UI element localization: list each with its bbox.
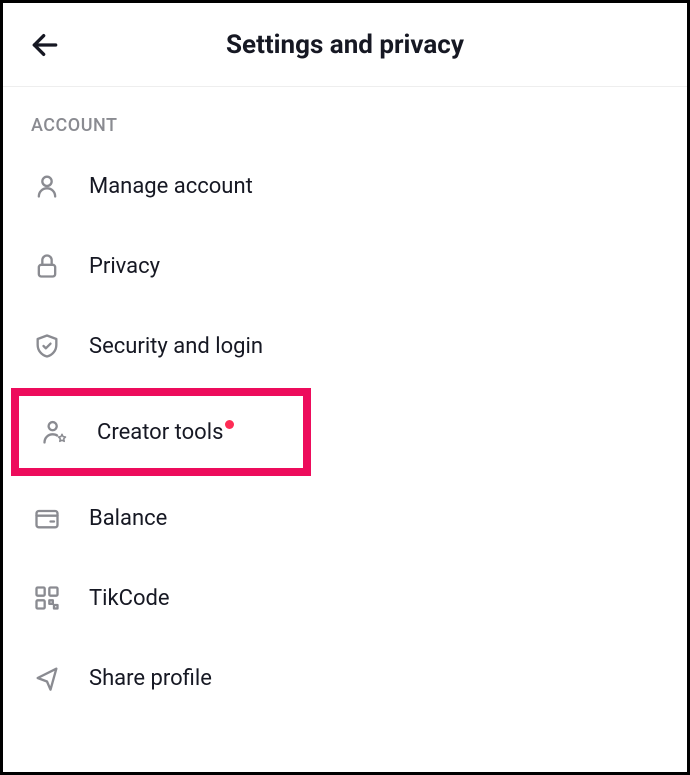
menu-list: Manage account Privacy Security and logi… <box>3 146 687 718</box>
page-title: Settings and privacy <box>27 30 663 60</box>
menu-item-privacy[interactable]: Privacy <box>3 226 687 306</box>
menu-item-manage-account[interactable]: Manage account <box>3 146 687 226</box>
menu-item-label: Share profile <box>89 666 212 691</box>
menu-item-label: TikCode <box>89 586 170 611</box>
highlight-box: Creator tools <box>11 388 311 476</box>
menu-item-security[interactable]: Security and login <box>3 306 687 386</box>
back-arrow-icon <box>29 29 61 61</box>
notification-dot-icon <box>225 420 234 429</box>
menu-item-label: Manage account <box>89 174 253 199</box>
menu-item-label: Balance <box>89 506 167 531</box>
menu-item-label: Creator tools <box>97 420 234 445</box>
menu-item-label: Privacy <box>89 254 160 279</box>
person-star-icon <box>39 416 71 448</box>
share-icon <box>31 662 63 694</box>
back-button[interactable] <box>27 27 63 63</box>
header: Settings and privacy <box>3 3 687 87</box>
creator-tools-text: Creator tools <box>97 420 223 445</box>
person-icon <box>31 170 63 202</box>
lock-icon <box>31 250 63 282</box>
section-label-account: ACCOUNT <box>3 87 687 146</box>
shield-icon <box>31 330 63 362</box>
qrcode-icon <box>31 582 63 614</box>
menu-item-share-profile[interactable]: Share profile <box>3 638 687 718</box>
menu-item-creator-tools[interactable]: Creator tools <box>19 396 303 468</box>
menu-item-balance[interactable]: Balance <box>3 478 687 558</box>
menu-item-tikcode[interactable]: TikCode <box>3 558 687 638</box>
menu-item-label: Security and login <box>89 334 263 359</box>
wallet-icon <box>31 502 63 534</box>
